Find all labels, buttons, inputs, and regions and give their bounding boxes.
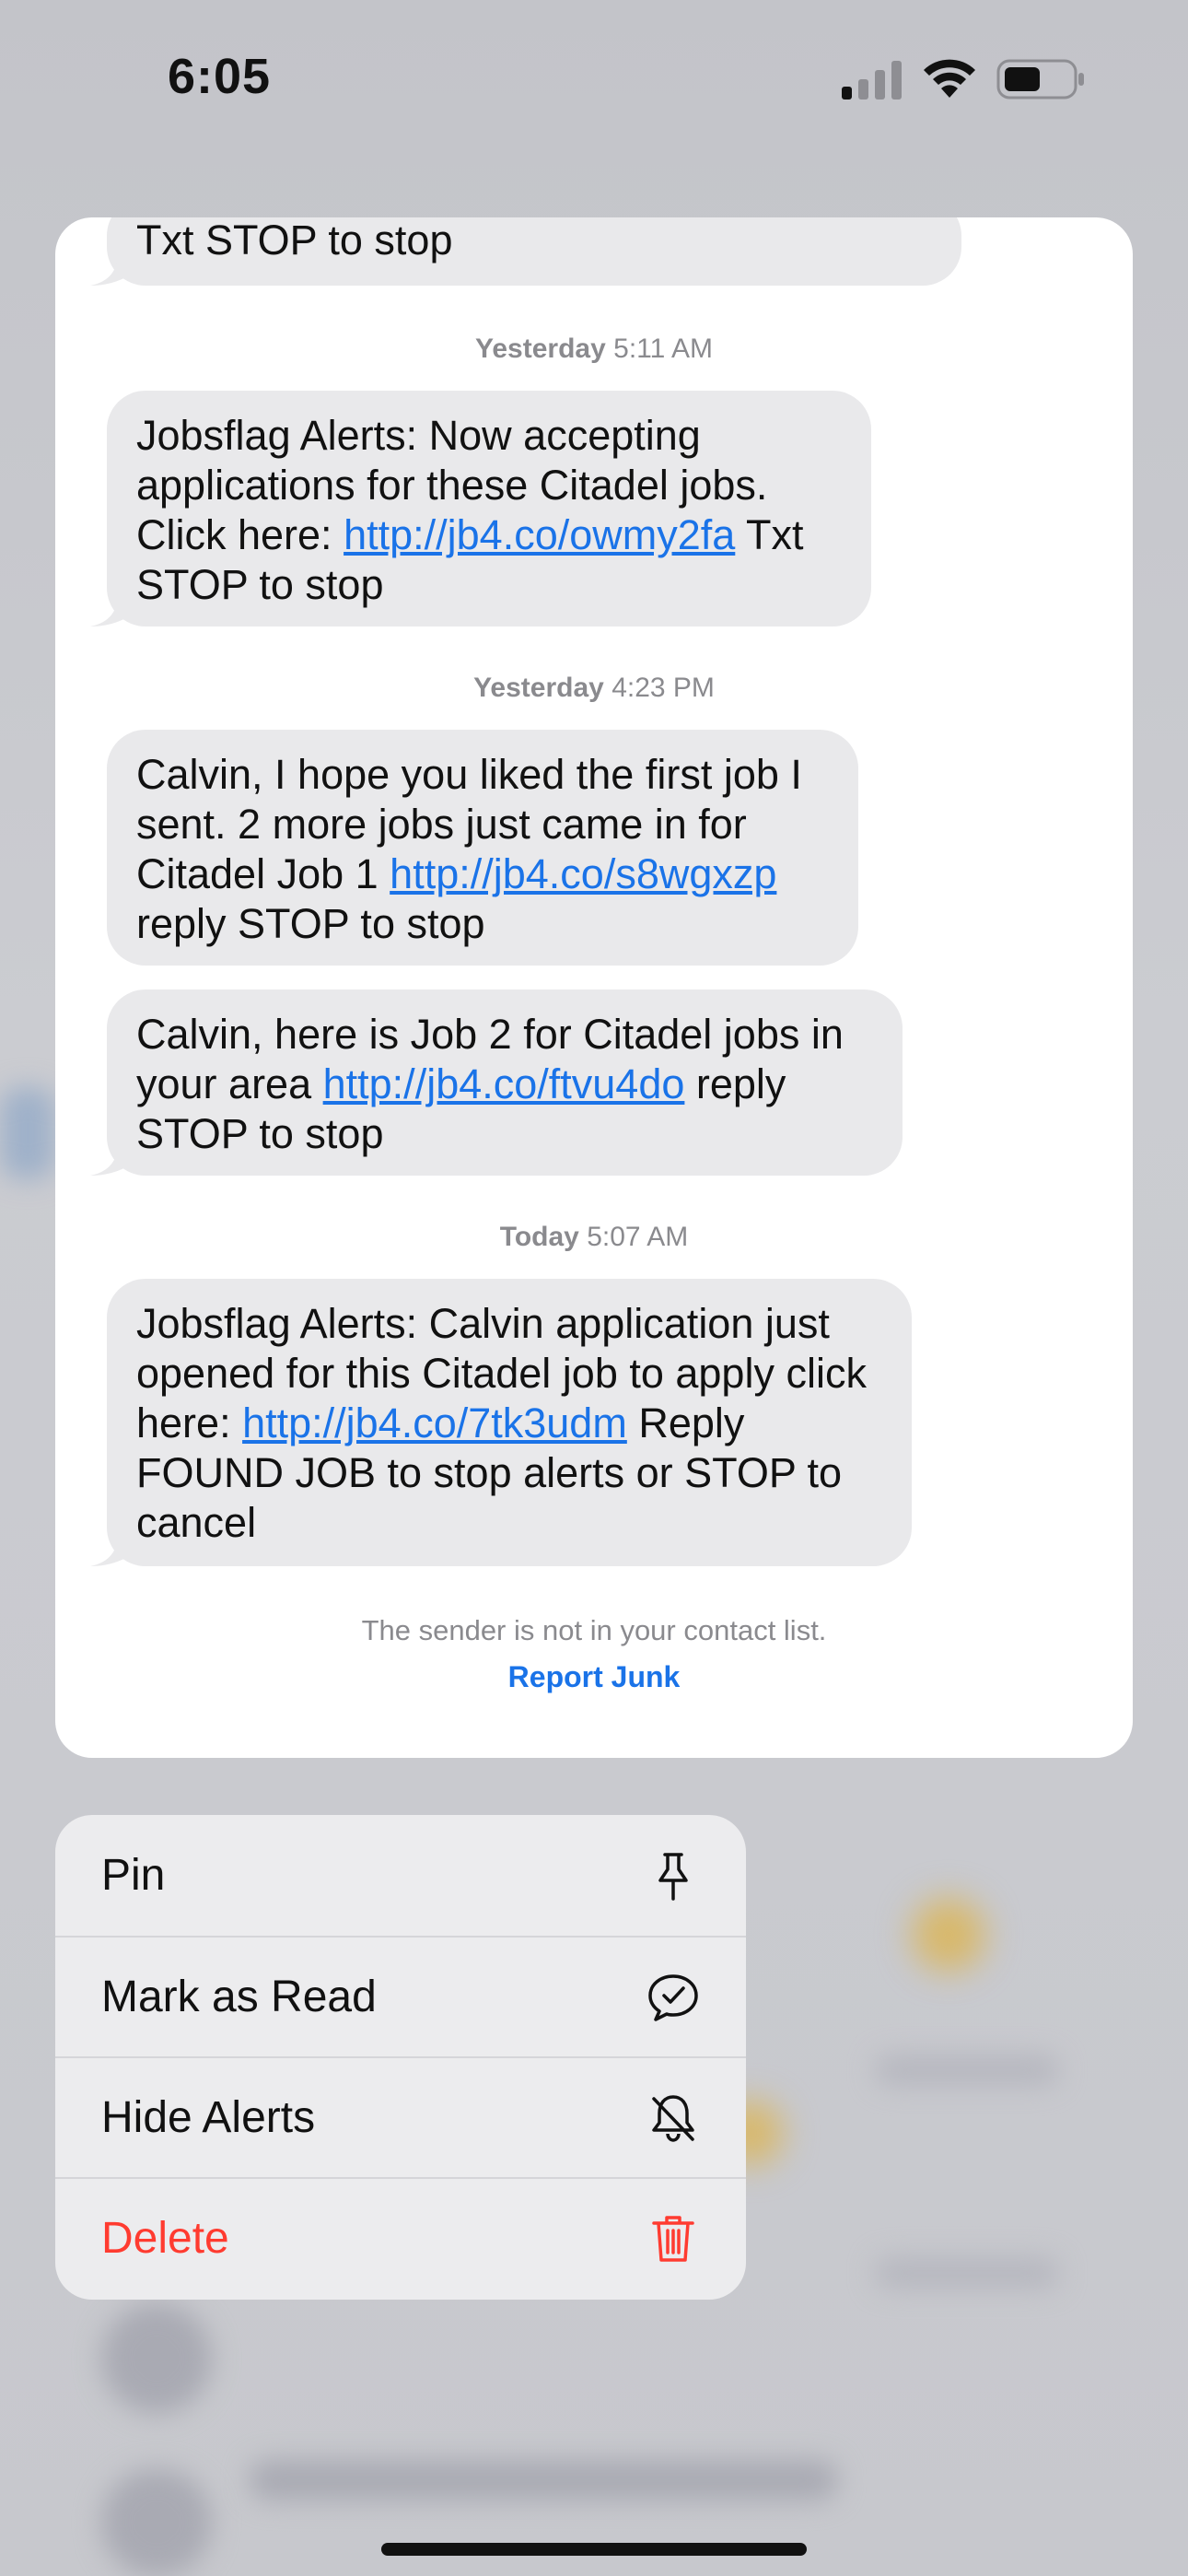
menu-item-delete[interactable]: Delete bbox=[55, 2177, 746, 2298]
bubble-tail bbox=[90, 1533, 131, 1566]
bubble-tail bbox=[90, 252, 131, 286]
speech-bubble-check-icon bbox=[648, 1973, 698, 2021]
menu-item-mark-as-read[interactable]: Mark as Read bbox=[55, 1936, 746, 2056]
message-text: Txt STOP to stop bbox=[136, 217, 453, 263]
message-bubble: Calvin, I hope you liked the first job I… bbox=[107, 730, 858, 966]
trash-icon bbox=[652, 2215, 694, 2262]
bubble-tail bbox=[90, 1142, 131, 1176]
bell-slash-icon bbox=[652, 2094, 694, 2142]
pin-icon bbox=[658, 1852, 688, 1901]
home-indicator[interactable] bbox=[381, 2543, 807, 2556]
message-link[interactable]: http://jb4.co/s8wgxzp bbox=[390, 850, 776, 897]
blurred-avatar bbox=[101, 2303, 212, 2414]
message-text: reply STOP to stop bbox=[136, 900, 485, 947]
message-link[interactable]: http://jb4.co/owmy2fa bbox=[344, 511, 735, 558]
blurred-text-line bbox=[249, 2460, 838, 2500]
menu-item-hide-alerts[interactable]: Hide Alerts bbox=[55, 2056, 746, 2177]
blurred-text-line bbox=[875, 2257, 1059, 2289]
context-menu: Pin Mark as Read Hide Alerts Delete bbox=[55, 1815, 746, 2300]
blurred-row bbox=[0, 1087, 55, 1179]
message-bubble: Jobsflag Alerts: Calvin application just… bbox=[90, 1279, 912, 1566]
blurred-avatar bbox=[101, 2469, 212, 2576]
blurred-unread-dot bbox=[912, 1898, 985, 1972]
menu-item-label: Hide Alerts bbox=[101, 2093, 316, 2142]
menu-item-label: Pin bbox=[101, 1851, 166, 1900]
battery-icon bbox=[996, 59, 1084, 100]
message-link[interactable]: http://jb4.co/ftvu4do bbox=[323, 1060, 685, 1107]
status-bar: 6:05 bbox=[0, 0, 1188, 157]
timestamp: Today 5:07 AM bbox=[499, 1222, 689, 1252]
message-bubble: Calvin, here is Job 2 for Citadel jobs i… bbox=[90, 989, 903, 1176]
menu-item-label: Delete bbox=[101, 2214, 229, 2263]
status-time: 6:05 bbox=[168, 49, 272, 104]
timestamp: Yesterday 4:23 PM bbox=[473, 673, 715, 703]
wifi-icon bbox=[924, 59, 975, 98]
menu-item-pin[interactable]: Pin bbox=[55, 1815, 746, 1936]
unknown-sender-note: The sender is not in your contact list. bbox=[361, 1614, 827, 1646]
conversation-preview[interactable]: Txt STOP to stop Yesterday 5:11 AM Jobsf… bbox=[55, 217, 1133, 1758]
blurred-text-line bbox=[875, 2055, 1059, 2086]
menu-item-label: Mark as Read bbox=[101, 1973, 377, 2021]
bubble-tail bbox=[90, 593, 131, 626]
report-junk-link[interactable]: Report Junk bbox=[55, 1660, 1133, 1694]
timestamp: Yesterday 5:11 AM bbox=[475, 334, 713, 364]
message-bubble: Jobsflag Alerts: Now accepting applicati… bbox=[90, 391, 871, 626]
cellular-signal-icon bbox=[842, 61, 902, 100]
message-link[interactable]: http://jb4.co/7tk3udm bbox=[242, 1399, 627, 1446]
message-bubble: Txt STOP to stop bbox=[90, 217, 961, 286]
